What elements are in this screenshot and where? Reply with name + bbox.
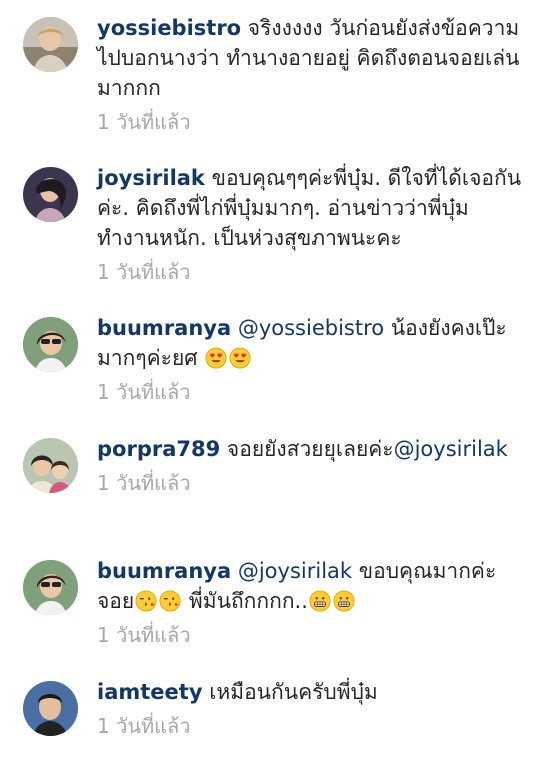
grimacing-emoji (333, 590, 355, 612)
grimacing-emoji (309, 590, 331, 612)
comment-body: porpra789 จอยยังสวยยุเลยค่ะ@joysirilak 1… (97, 434, 527, 496)
comment-time: 1 วันที่แล้ว (97, 380, 191, 404)
comment-text-2: พี่มันถึกกกก.. (188, 589, 308, 613)
avatar[interactable] (23, 167, 78, 222)
comment-body: iamteety เหมือนกันครับพี่บุ๋ม 1 วันที่แล… (97, 677, 527, 739)
comment-text: จอยยังสวยยุเลยค่ะ (226, 437, 394, 461)
comment-time: 1 วันที่แล้ว (97, 623, 191, 647)
heart-eyes-emoji (205, 347, 227, 369)
comment-text: เหมือนกันครับพี่บุ๋ม (209, 680, 378, 704)
comment-list: yossiebistro จริงงงงง วันก่อนยังส่งข้อคว… (0, 0, 540, 771)
username-link[interactable]: joysirilak (97, 166, 205, 190)
username-link[interactable]: yossiebistro (97, 16, 241, 40)
comment-body: yossiebistro จริงงงงง วันก่อนยังส่งข้อคว… (97, 13, 527, 135)
comment-time: 1 วันที่แล้ว (97, 714, 191, 738)
mention-link[interactable]: @joysirilak (394, 437, 508, 461)
kissing-heart-emoji (159, 590, 181, 612)
username-link[interactable]: porpra789 (97, 437, 220, 461)
username-link[interactable]: buumranya (97, 316, 231, 340)
comment-body: buumranya @yossiebistro น้องยังคงเป๊ะมาก… (97, 313, 527, 405)
avatar[interactable] (23, 681, 78, 736)
comment-time: 1 วันที่แล้ว (97, 260, 191, 284)
comment-time: 1 วันที่แล้ว (97, 471, 191, 495)
comment-body: joysirilak ขอบคุณๆๆค่ะพี่บุ๋ม. ดีใจที่ได… (97, 163, 527, 285)
heart-eyes-emoji (229, 347, 251, 369)
mention-link[interactable]: @joysirilak (238, 559, 352, 583)
avatar[interactable] (23, 438, 78, 493)
username-link[interactable]: buumranya (97, 559, 231, 583)
comment-body: buumranya @joysirilak ขอบคุณมากค่ะจอย พี… (97, 556, 527, 648)
avatar[interactable] (23, 317, 78, 372)
comment-time: 1 วันที่แล้ว (97, 110, 191, 134)
kissing-heart-emoji (135, 590, 157, 612)
avatar[interactable] (23, 560, 78, 615)
username-link[interactable]: iamteety (97, 680, 203, 704)
mention-link[interactable]: @yossiebistro (238, 316, 384, 340)
avatar[interactable] (23, 17, 78, 72)
